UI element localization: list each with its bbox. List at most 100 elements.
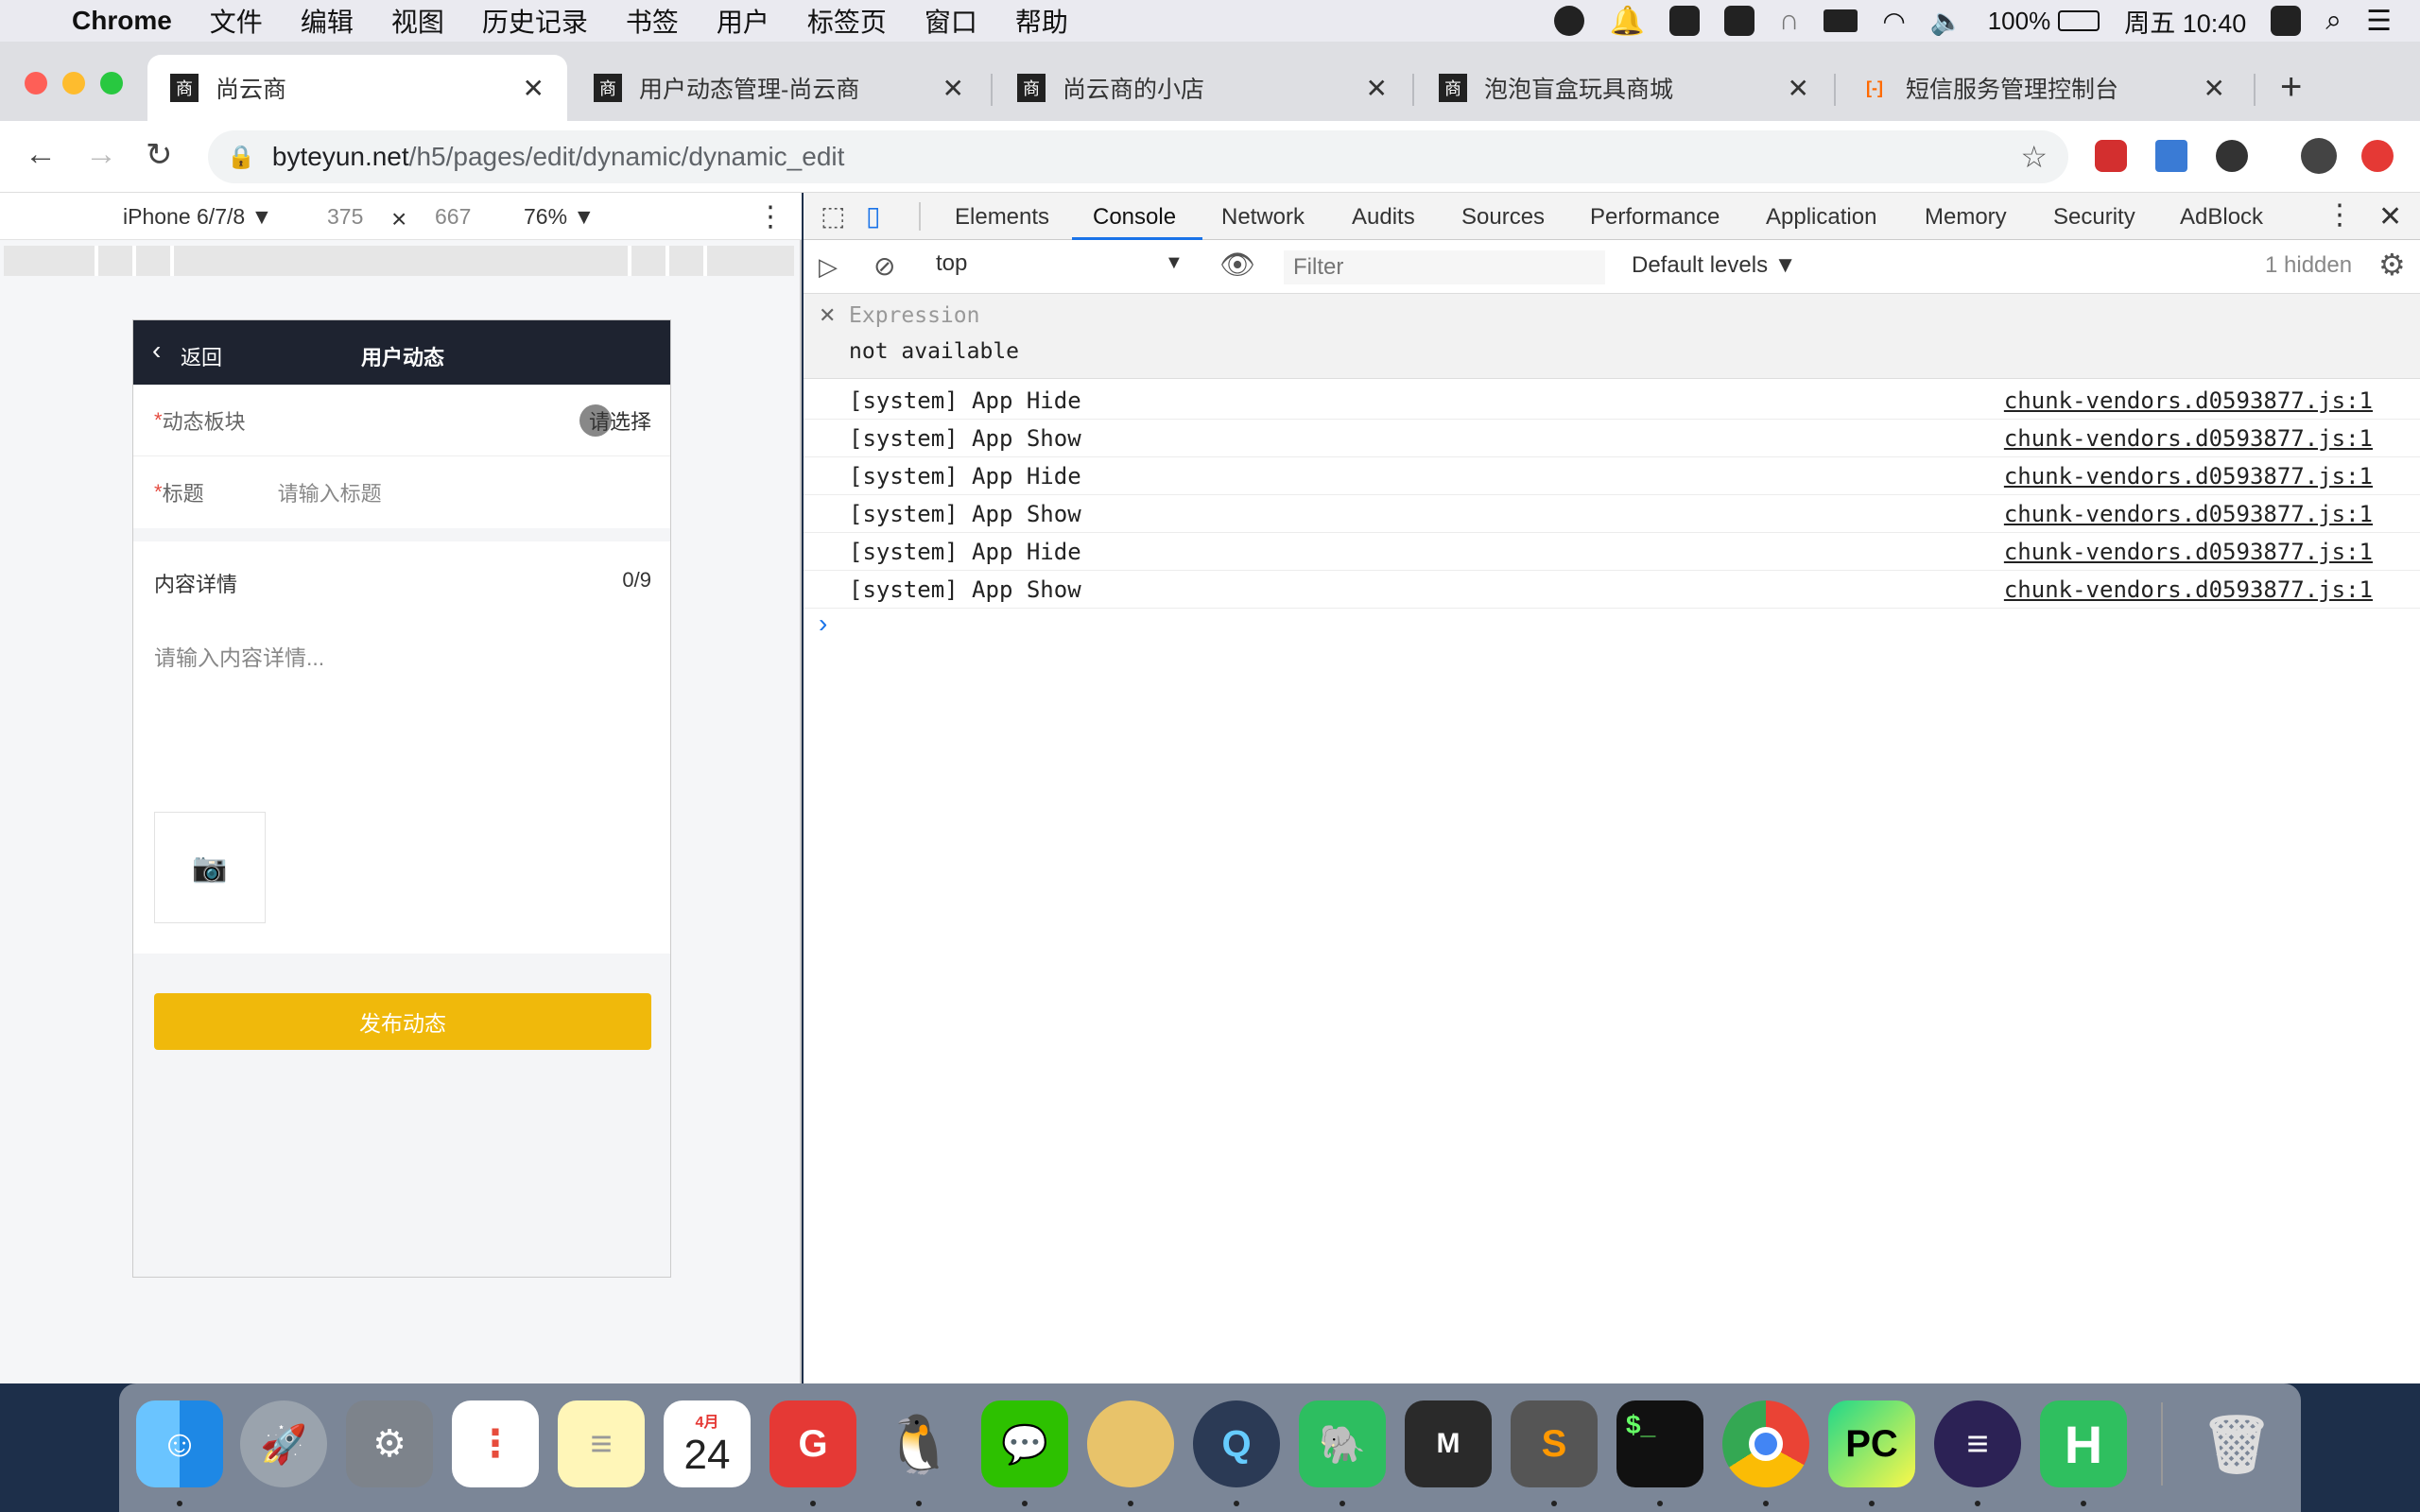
tab-memory[interactable]: Memory xyxy=(1925,204,2007,231)
tab-close-icon[interactable]: ✕ xyxy=(523,73,544,104)
evernote-app-icon[interactable]: 🐘 xyxy=(1299,1400,1386,1487)
sublime-text-icon[interactable]: S xyxy=(1511,1400,1598,1487)
device-width[interactable]: 375 xyxy=(327,204,363,230)
notes-icon[interactable]: ≡ xyxy=(558,1400,645,1487)
tab-close-icon[interactable]: ✕ xyxy=(1366,73,1388,104)
profile-avatar-icon[interactable] xyxy=(2301,138,2337,174)
log-source-link[interactable]: chunk-vendors.d0593877.js:1 xyxy=(2004,425,2373,452)
sketch-status-icon[interactable] xyxy=(2271,6,2302,36)
menu-edit[interactable]: 编辑 xyxy=(301,2,354,40)
sogou-extension-icon[interactable] xyxy=(2155,140,2187,172)
console-log-row[interactable]: [system] App Show chunk-vendors.d0593877… xyxy=(804,495,2420,533)
console-log-row[interactable]: [system] App Hide chunk-vendors.d0593877… xyxy=(804,382,2420,420)
tab-performance[interactable]: Performance xyxy=(1590,204,1720,231)
console-log-row[interactable]: [system] App Hide chunk-vendors.d0593877… xyxy=(804,457,2420,495)
title-input[interactable]: 请输入标题 xyxy=(278,477,382,507)
section-select-row[interactable]: * 动态板块 请选择 xyxy=(133,385,670,456)
tab-close-icon[interactable]: ✕ xyxy=(1788,73,1809,104)
console-log-row[interactable]: [system] App Show chunk-vendors.d0593877… xyxy=(804,420,2420,457)
tab-close-icon[interactable]: ✕ xyxy=(2204,73,2225,104)
menu-app-chrome[interactable]: Chrome xyxy=(72,6,172,36)
console-log-row[interactable]: [system] App Hide chunk-vendors.d0593877… xyxy=(804,533,2420,571)
menu-help[interactable]: 帮助 xyxy=(1015,2,1068,40)
ruler-segment[interactable] xyxy=(628,246,631,276)
section-value[interactable]: 请选择 xyxy=(589,405,651,436)
live-expression-eye-icon[interactable]: 👁 xyxy=(1219,249,1255,282)
update-extension-icon[interactable] xyxy=(2361,140,2394,172)
zoom-select[interactable]: 76% ▼ xyxy=(524,204,595,230)
clock[interactable]: 周五 10:40 xyxy=(2124,3,2246,40)
terminal-icon[interactable]: $_ xyxy=(1616,1400,1703,1487)
tab-shangyunshang[interactable]: 商 尚云商 ✕ xyxy=(147,55,567,121)
ruler-segment[interactable] xyxy=(666,246,669,276)
system-preferences-icon[interactable]: ⚙ xyxy=(346,1400,433,1487)
ruler-segment[interactable] xyxy=(170,246,174,276)
device-select[interactable]: iPhone 6/7/8 ▼ xyxy=(123,204,272,230)
launchpad-icon[interactable]: 🚀 xyxy=(240,1400,327,1487)
ruler-segment[interactable] xyxy=(95,246,98,276)
devtools-menu-icon[interactable]: ⋮ xyxy=(2325,198,2354,232)
log-source-link[interactable]: chunk-vendors.d0593877.js:1 xyxy=(2004,463,2373,490)
tab-shop[interactable]: 商 尚云商的小店 ✕ xyxy=(994,55,1410,121)
qq-icon[interactable]: 🐧 xyxy=(875,1400,962,1487)
finder-icon[interactable]: ☺ xyxy=(136,1400,223,1487)
grammarly-app-icon[interactable]: G xyxy=(769,1400,856,1487)
remove-expression-icon[interactable]: ✕ xyxy=(819,303,836,328)
device-more-icon[interactable]: ⋮ xyxy=(756,200,785,233)
menu-history[interactable]: 历史记录 xyxy=(482,2,588,40)
notification-center-icon[interactable]: ☰ xyxy=(2366,5,2392,38)
console-prompt[interactable]: › xyxy=(819,609,827,639)
eclipse-icon[interactable]: ≡ xyxy=(1934,1400,2021,1487)
qq-status-icon[interactable]: 🔔 xyxy=(1609,5,1644,38)
reminders-icon[interactable]: ⋮ xyxy=(452,1400,539,1487)
log-source-link[interactable]: chunk-vendors.d0593877.js:1 xyxy=(2004,501,2373,527)
tab-network[interactable]: Network xyxy=(1221,204,1305,231)
console-filter-input[interactable] xyxy=(1284,250,1605,284)
tab-adblock[interactable]: AdBlock xyxy=(2180,204,2263,231)
trash-icon[interactable]: 🗑 xyxy=(2193,1400,2280,1487)
hbuilderx-icon[interactable]: H xyxy=(2040,1400,2127,1487)
sidebar-toggle-icon[interactable]: ▷ xyxy=(819,252,838,282)
tab-close-icon[interactable]: ✕ xyxy=(942,73,964,104)
device-height[interactable]: 667 xyxy=(435,204,471,230)
evernote-extension-icon[interactable] xyxy=(2216,140,2248,172)
devtools-close-icon[interactable]: ✕ xyxy=(2378,200,2402,233)
tab-application[interactable]: Application xyxy=(1766,204,1876,231)
tab-sources[interactable]: Sources xyxy=(1461,204,1545,231)
window-minimize-button[interactable] xyxy=(62,72,85,94)
new-tab-button[interactable]: + xyxy=(2280,66,2302,109)
back-arrow-icon[interactable]: ← xyxy=(25,136,57,173)
console-settings-gear-icon[interactable]: ⚙ xyxy=(2378,247,2406,283)
window-zoom-button[interactable] xyxy=(100,72,123,94)
log-source-link[interactable]: chunk-vendors.d0593877.js:1 xyxy=(2004,387,2373,414)
context-dropdown-icon[interactable]: ▼ xyxy=(1165,252,1184,274)
menu-view[interactable]: 视图 xyxy=(391,2,444,40)
battery-monitor-icon[interactable] xyxy=(1824,9,1858,32)
wechat-icon[interactable]: 💬 xyxy=(981,1400,1068,1487)
address-bar[interactable]: 🔒 byteyun.net/h5/pages/edit/dynamic/dyna… xyxy=(208,130,2068,183)
menu-tabs[interactable]: 标签页 xyxy=(807,2,887,40)
reload-icon[interactable]: ↻ xyxy=(146,136,173,174)
expression-input[interactable]: Expression xyxy=(849,303,979,328)
tab-elements[interactable]: Elements xyxy=(955,204,1049,231)
image-upload-button[interactable]: 📷 xyxy=(154,812,266,923)
ruler-segment[interactable] xyxy=(132,246,136,276)
device-toggle-icon[interactable]: ▯ xyxy=(866,200,880,232)
ruler-segment[interactable] xyxy=(703,246,707,276)
quicktime-icon[interactable]: Q xyxy=(1193,1400,1280,1487)
tab-console[interactable]: Console xyxy=(1093,204,1176,231)
bookmark-star-icon[interactable]: ☆ xyxy=(2020,139,2048,175)
publish-button[interactable]: 发布动态 xyxy=(154,993,651,1050)
adblock-extension-icon[interactable] xyxy=(2095,140,2127,172)
chrome-icon[interactable] xyxy=(1722,1400,1809,1487)
menu-window[interactable]: 窗口 xyxy=(925,2,977,40)
log-source-link[interactable]: chunk-vendors.d0593877.js:1 xyxy=(2004,576,2373,603)
record-icon[interactable] xyxy=(1554,6,1585,36)
forward-arrow-icon[interactable]: → xyxy=(85,136,117,173)
battery-icon[interactable] xyxy=(2058,10,2100,31)
spotlight-search-icon[interactable]: ⌕ xyxy=(2325,5,2342,37)
menu-bookmarks[interactable]: 书签 xyxy=(626,2,679,40)
clear-console-icon[interactable]: ⊘ xyxy=(873,250,895,282)
evernote-status-icon[interactable] xyxy=(1723,6,1754,36)
context-select[interactable]: top xyxy=(936,250,1047,284)
